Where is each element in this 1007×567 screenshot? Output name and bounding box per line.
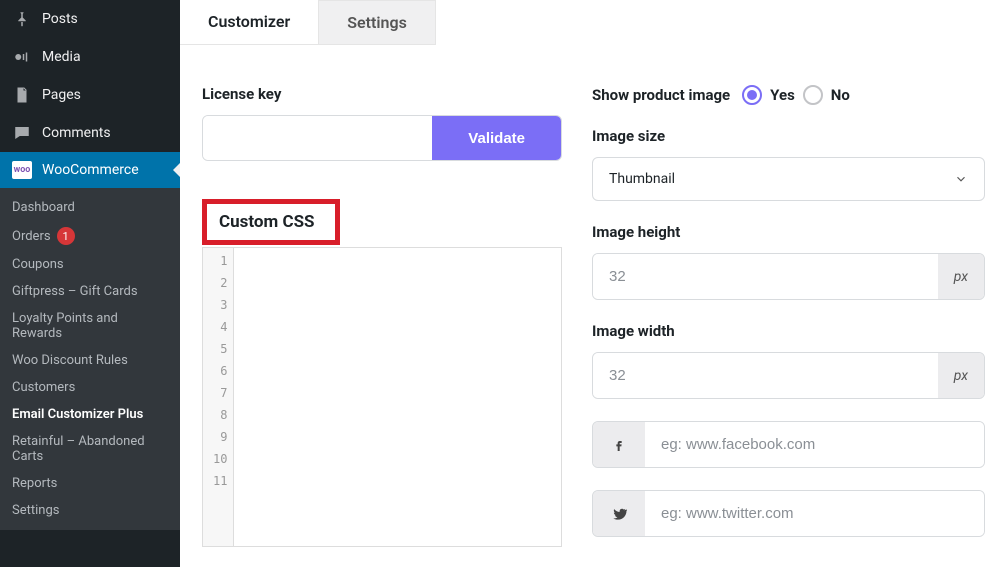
menu-label: Media xyxy=(42,49,81,65)
code-gutter: 1234567891011 xyxy=(203,248,234,546)
image-size-label: Image size xyxy=(592,127,985,145)
facebook-icon xyxy=(593,422,645,467)
tab-customizer[interactable]: Customizer xyxy=(180,0,318,45)
submenu-coupons[interactable]: Coupons xyxy=(0,251,180,278)
image-width-label: Image width xyxy=(592,322,985,340)
image-size-select[interactable]: Thumbnail xyxy=(592,157,985,201)
submenu-settings[interactable]: Settings xyxy=(0,497,180,524)
submenu-customers[interactable]: Customers xyxy=(0,374,180,401)
facebook-input[interactable] xyxy=(645,422,984,467)
pin-icon xyxy=(12,9,32,29)
submenu-orders[interactable]: Orders 1 xyxy=(0,221,180,251)
menu-media[interactable]: Media xyxy=(0,38,180,76)
media-icon xyxy=(12,47,32,67)
license-key-input[interactable] xyxy=(203,116,432,160)
radio-no-label: No xyxy=(831,86,850,104)
image-height-label: Image height xyxy=(592,223,985,241)
tab-bar: Customizer Settings xyxy=(180,0,1007,45)
menu-label: Posts xyxy=(42,11,78,27)
comment-icon xyxy=(12,123,32,143)
show-product-image-label: Show product image xyxy=(592,86,730,104)
menu-posts[interactable]: Posts xyxy=(0,0,180,38)
twitter-group xyxy=(592,490,985,537)
facebook-group xyxy=(592,421,985,468)
woocommerce-submenu: Dashboard Orders 1 Coupons Giftpress – G… xyxy=(0,188,180,530)
validate-button[interactable]: Validate xyxy=(432,116,561,160)
submenu-dashboard[interactable]: Dashboard xyxy=(0,194,180,221)
radio-no[interactable] xyxy=(803,85,823,105)
submenu-giftpress[interactable]: Giftpress – Gift Cards xyxy=(0,278,180,305)
submenu-discount[interactable]: Woo Discount Rules xyxy=(0,347,180,374)
radio-yes[interactable] xyxy=(742,85,762,105)
woo-icon: woo xyxy=(12,161,32,179)
submenu-email-customizer[interactable]: Email Customizer Plus xyxy=(0,401,180,428)
custom-css-textarea[interactable] xyxy=(234,248,561,546)
radio-yes-label: Yes xyxy=(770,86,795,104)
menu-comments[interactable]: Comments xyxy=(0,114,180,152)
admin-sidebar: Posts Media Pages Comments woo WooCommer… xyxy=(0,0,180,567)
orders-badge: 1 xyxy=(57,227,75,245)
main-content: Customizer Settings License key Validate… xyxy=(180,0,1007,567)
menu-woocommerce[interactable]: woo WooCommerce xyxy=(0,152,180,188)
twitter-icon xyxy=(593,491,645,536)
menu-label: WooCommerce xyxy=(42,162,139,178)
image-height-input[interactable] xyxy=(593,254,938,299)
tab-settings[interactable]: Settings xyxy=(318,0,436,45)
menu-label: Comments xyxy=(42,125,111,141)
menu-pages[interactable]: Pages xyxy=(0,76,180,114)
px-suffix: px xyxy=(938,353,984,398)
custom-css-editor[interactable]: 1234567891011 xyxy=(202,247,562,547)
image-width-group: px xyxy=(592,352,985,399)
license-key-group: Validate xyxy=(202,115,562,161)
image-width-input[interactable] xyxy=(593,353,938,398)
chevron-down-icon xyxy=(954,172,968,186)
page-icon xyxy=(12,85,32,105)
show-product-image-row: Show product image Yes No xyxy=(592,85,985,105)
twitter-input[interactable] xyxy=(645,491,984,536)
custom-css-label: Custom CSS xyxy=(202,199,340,245)
image-height-group: px xyxy=(592,253,985,300)
image-size-value: Thumbnail xyxy=(609,171,675,187)
license-key-label: License key xyxy=(202,85,562,103)
submenu-retainful[interactable]: Retainful – Abandoned Carts xyxy=(0,428,180,470)
menu-label: Pages xyxy=(42,87,81,103)
px-suffix: px xyxy=(938,254,984,299)
submenu-reports[interactable]: Reports xyxy=(0,470,180,497)
submenu-loyalty[interactable]: Loyalty Points and Rewards xyxy=(0,305,180,347)
